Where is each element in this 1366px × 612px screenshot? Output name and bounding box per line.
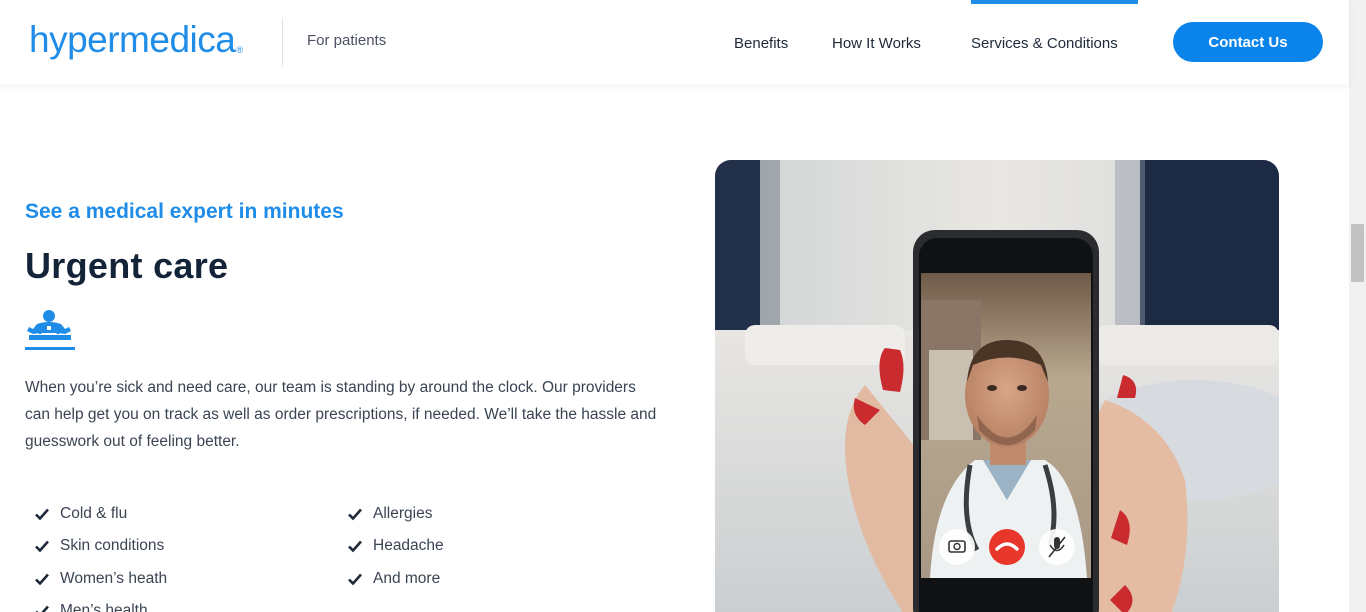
logo-text: hypermedica [29, 19, 236, 60]
scrollbar-thumb[interactable] [1351, 224, 1364, 282]
header-divider [282, 18, 283, 66]
condition-label: Headache [373, 537, 444, 554]
page: hypermedica® For patients Benefits How I… [0, 0, 1366, 612]
registered-mark: ® [236, 45, 243, 55]
list-item: Men’s health [34, 600, 148, 612]
nav-benefits[interactable]: Benefits [734, 34, 788, 54]
check-icon [348, 540, 362, 553]
section-description: When you’re sick and need care, our team… [25, 379, 657, 450]
doctor-icon [25, 310, 75, 350]
list-item: Headache [347, 535, 444, 557]
page-title: Urgent care [25, 245, 229, 286]
nav-services-conditions[interactable]: Services & Conditions [971, 34, 1118, 54]
scrollbar-track[interactable] [1349, 0, 1366, 612]
condition-label: Cold & flu [60, 505, 128, 522]
check-icon [348, 508, 362, 521]
list-item: Allergies [347, 503, 432, 525]
list-item: Women’s heath [34, 568, 167, 590]
condition-label: Women’s heath [60, 570, 168, 587]
condition-label: Men’s health [60, 602, 148, 612]
list-item: Skin conditions [34, 535, 164, 557]
condition-label: Allergies [373, 505, 433, 522]
check-icon [35, 508, 49, 521]
site-header: hypermedica® For patients Benefits How I… [0, 0, 1349, 84]
section-eyebrow: See a medical expert in minutes [25, 200, 344, 223]
nav-how-it-works[interactable]: How It Works [832, 34, 921, 54]
for-patients-label: For patients [307, 32, 387, 49]
nav-active-indicator [971, 0, 1138, 4]
contact-us-button[interactable]: Contact Us [1173, 22, 1323, 62]
check-icon [35, 605, 49, 612]
condition-label: Skin conditions [60, 537, 165, 554]
check-icon [348, 573, 362, 586]
doctor-video-call-photo [715, 160, 1279, 612]
list-item: And more [347, 568, 440, 590]
hypermedica-logo[interactable]: hypermedica® [29, 18, 243, 62]
list-item: Cold & flu [34, 503, 127, 525]
check-icon [35, 573, 49, 586]
condition-label: And more [373, 570, 441, 587]
check-icon [35, 540, 49, 553]
